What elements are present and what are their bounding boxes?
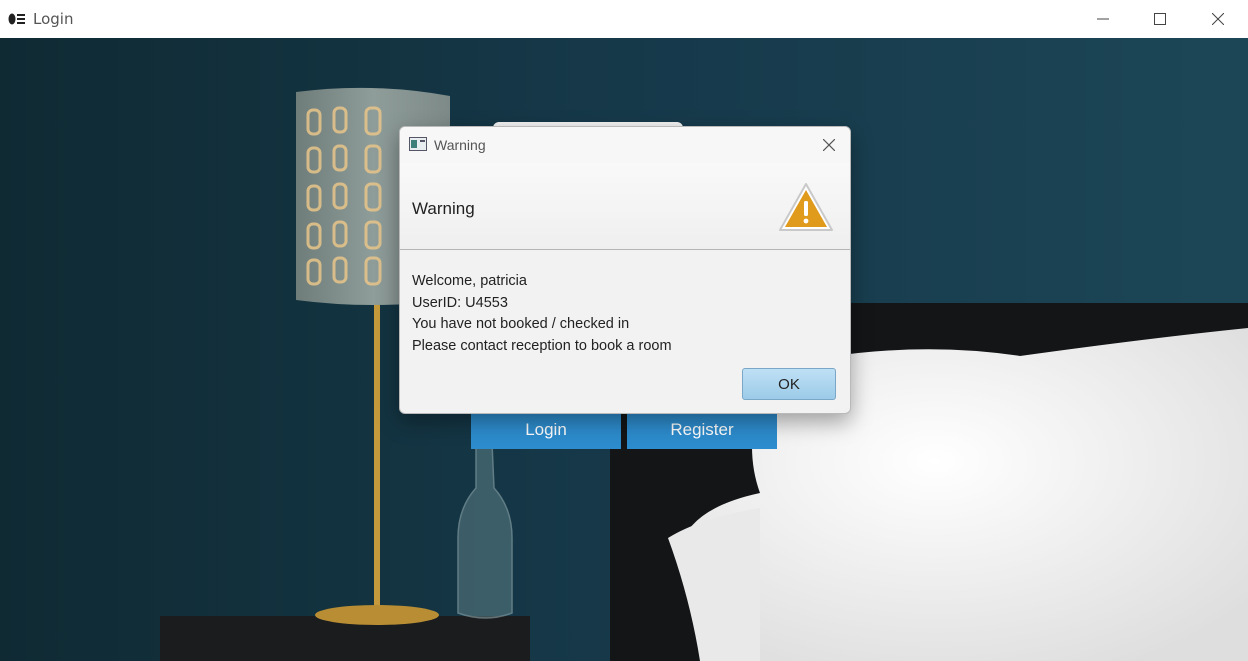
maximize-button[interactable] [1131, 0, 1189, 38]
message-line: Welcome, patricia [412, 273, 527, 289]
dialog-titlebar: Warning [400, 127, 850, 163]
window-title: Login [33, 10, 74, 28]
message-line: UserID: U4553 [412, 294, 508, 311]
dialog-window-icon [409, 137, 427, 151]
maximize-icon [1154, 13, 1166, 25]
minimize-button[interactable] [1074, 0, 1132, 38]
warning-triangle-icon [779, 183, 833, 231]
dialog-message: Welcome, patricia UserID: U4553 You have… [412, 271, 672, 357]
minimize-icon [1097, 18, 1109, 20]
hotel-logo-icon [8, 13, 25, 25]
window-titlebar: Login [0, 0, 1248, 39]
dialog-title: Warning [434, 137, 486, 153]
dialog-header: Warning [400, 163, 850, 250]
ok-button[interactable]: OK [742, 368, 836, 400]
warning-dialog: Warning Warning Welcome, patricia UserID… [399, 126, 851, 414]
message-line: Please contact reception to book a room [412, 337, 672, 354]
login-button[interactable]: Login [471, 411, 621, 449]
close-button[interactable] [1189, 0, 1247, 38]
dialog-close-button[interactable] [816, 133, 842, 157]
close-icon [823, 139, 835, 151]
register-button[interactable]: Register [627, 411, 777, 449]
close-icon [1212, 13, 1224, 25]
dialog-header-text: Warning [412, 199, 475, 218]
message-line: You have not booked / checked in [412, 316, 630, 332]
